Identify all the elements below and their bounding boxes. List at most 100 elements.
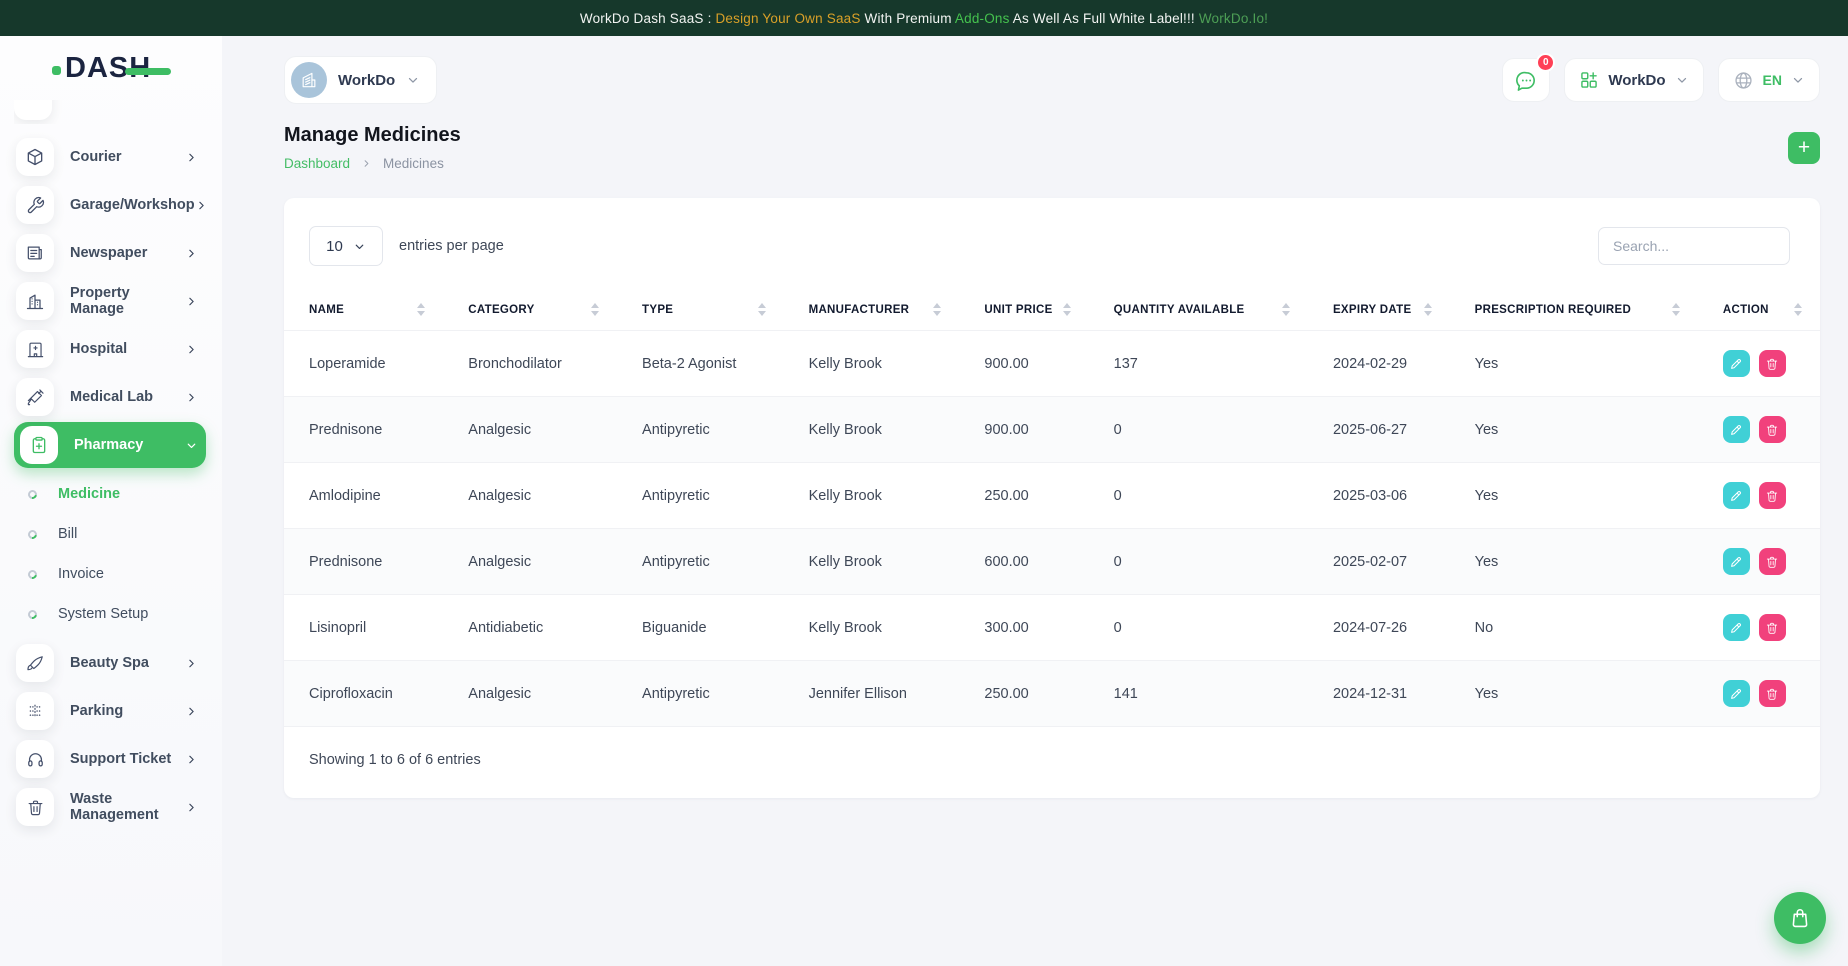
chevron-right-icon: [185, 247, 198, 260]
cell-type: Antipyretic: [617, 397, 784, 463]
delete-button[interactable]: [1759, 548, 1786, 575]
submenu-item-medicine[interactable]: Medicine: [14, 474, 206, 514]
cell-category: Analgesic: [443, 529, 617, 595]
page-header: Manage Medicines Dashboard Medicines +: [284, 124, 1820, 171]
pharmacy-clipboard-icon: [20, 426, 58, 464]
breadcrumb-dashboard-link[interactable]: Dashboard: [284, 156, 350, 171]
sidebar-item-courier[interactable]: Courier: [14, 134, 206, 180]
cell-category: Bronchodilator: [443, 331, 617, 397]
column-header-quantity-available[interactable]: QUANTITY AVAILABLE: [1089, 289, 1308, 331]
cell-unit-price: 250.00: [959, 661, 1088, 727]
sort-arrows-icon[interactable]: [1672, 303, 1680, 316]
cell-expiry-date: 2024-02-29: [1308, 331, 1450, 397]
sidebar-item-medical-lab[interactable]: Medical Lab: [14, 374, 206, 420]
chevron-down-icon: [185, 439, 198, 452]
sidebar-menu: Courier Garage/Workshop Newspaper Proper…: [0, 100, 222, 966]
sidebar-item-support-ticket[interactable]: Support Ticket: [14, 736, 206, 782]
edit-button[interactable]: [1723, 548, 1750, 575]
table-row: LoperamideBronchodilatorBeta-2 AgonistKe…: [284, 331, 1820, 397]
breadcrumb-current: Medicines: [383, 156, 444, 171]
cell-action: [1698, 463, 1820, 529]
cell-prescription-required: Yes: [1450, 463, 1698, 529]
cell-type: Biguanide: [617, 595, 784, 661]
apps-menu-button[interactable]: WorkDo: [1564, 58, 1703, 102]
sidebar-item-newspaper[interactable]: Newspaper: [14, 230, 206, 276]
delete-button[interactable]: [1759, 350, 1786, 377]
hospital-icon: [16, 330, 54, 368]
cell-manufacturer: Kelly Brook: [784, 463, 960, 529]
main-content: WorkDo 0 WorkDo EN: [222, 36, 1848, 966]
column-header-expiry-date[interactable]: EXPIRY DATE: [1308, 289, 1450, 331]
sidebar-item-garage-workshop[interactable]: Garage/Workshop: [14, 182, 206, 228]
cell-category: Analgesic: [443, 397, 617, 463]
sort-arrows-icon[interactable]: [1063, 303, 1071, 316]
sort-arrows-icon[interactable]: [591, 303, 599, 316]
column-header-name[interactable]: NAME: [284, 289, 443, 331]
company-avatar: [291, 62, 327, 98]
floating-cart-button[interactable]: [1774, 892, 1826, 944]
delete-button[interactable]: [1759, 416, 1786, 443]
column-header-manufacturer[interactable]: MANUFACTURER: [784, 289, 960, 331]
sort-arrows-icon[interactable]: [758, 303, 766, 316]
column-header-action[interactable]: ACTION: [1698, 289, 1820, 331]
column-header-category[interactable]: CATEGORY: [443, 289, 617, 331]
column-header-label: NAME: [309, 304, 344, 316]
submenu-item-bill[interactable]: Bill: [14, 514, 206, 554]
delete-button[interactable]: [1759, 614, 1786, 641]
cell-quantity-available: 0: [1089, 463, 1308, 529]
sidebar-item-pharmacy[interactable]: Pharmacy: [14, 422, 206, 468]
sidebar-item-label: Medical Lab: [70, 389, 153, 405]
edit-button[interactable]: [1723, 614, 1750, 641]
column-header-type[interactable]: TYPE: [617, 289, 784, 331]
sidebar-item-beauty-spa[interactable]: Beauty Spa: [14, 640, 206, 686]
edit-button[interactable]: [1723, 350, 1750, 377]
sidebar-item-label: Hospital: [70, 341, 127, 357]
cell-name: Ciprofloxacin: [284, 661, 443, 727]
sort-arrows-icon[interactable]: [1282, 303, 1290, 316]
sidebar-item-label: Courier: [70, 149, 122, 165]
headset-icon: [16, 740, 54, 778]
cell-manufacturer: Kelly Brook: [784, 397, 960, 463]
column-header-prescription-required[interactable]: PRESCRIPTION REQUIRED: [1450, 289, 1698, 331]
add-medicine-button[interactable]: +: [1788, 132, 1820, 164]
sort-arrows-icon[interactable]: [417, 303, 425, 316]
entries-per-page-select[interactable]: 10: [309, 226, 383, 266]
cell-prescription-required: Yes: [1450, 661, 1698, 727]
edit-button[interactable]: [1723, 482, 1750, 509]
column-header-label: UNIT PRICE: [984, 304, 1052, 316]
banner-segment: As Well As Full White Label!!!: [1010, 11, 1199, 26]
edit-button[interactable]: [1723, 680, 1750, 707]
delete-button[interactable]: [1759, 680, 1786, 707]
cell-unit-price: 250.00: [959, 463, 1088, 529]
messages-button[interactable]: 0: [1502, 58, 1550, 102]
chevron-right-icon: [185, 343, 198, 356]
sidebar-item-parking[interactable]: Parking: [14, 688, 206, 734]
logo-dot-icon: [52, 66, 61, 75]
sidebar-item-hospital[interactable]: Hospital: [14, 326, 206, 372]
breadcrumb: Dashboard Medicines: [284, 156, 461, 171]
trash-icon: [1765, 621, 1779, 635]
sidebar-item-property-manage[interactable]: Property Manage: [14, 278, 206, 324]
company-selector[interactable]: WorkDo: [284, 56, 437, 104]
submenu-item-invoice[interactable]: Invoice: [14, 554, 206, 594]
cell-action: [1698, 529, 1820, 595]
submenu-item-system-setup[interactable]: System Setup: [14, 594, 206, 634]
submenu-item-label: System Setup: [58, 606, 148, 622]
showing-entries-text: Showing 1 to 6 of 6 entries: [284, 726, 1820, 798]
column-header-unit-price[interactable]: UNIT PRICE: [959, 289, 1088, 331]
trash-icon: [1765, 423, 1779, 437]
sort-arrows-icon[interactable]: [1424, 303, 1432, 316]
dash-logo[interactable]: DASH: [52, 52, 171, 85]
cell-unit-price: 600.00: [959, 529, 1088, 595]
sidebar-item-waste-management[interactable]: Waste Management: [14, 784, 206, 830]
sort-arrows-icon[interactable]: [1794, 303, 1802, 316]
wrench-icon: [16, 186, 54, 224]
language-button[interactable]: EN: [1718, 58, 1820, 102]
bullet-icon: [26, 608, 39, 621]
search-input[interactable]: [1598, 227, 1790, 265]
shopping-bag-icon: [1789, 907, 1811, 929]
edit-button[interactable]: [1723, 416, 1750, 443]
sidebar: DASH Courier Garage/Workshop Newspaper: [0, 36, 222, 966]
sort-arrows-icon[interactable]: [933, 303, 941, 316]
delete-button[interactable]: [1759, 482, 1786, 509]
